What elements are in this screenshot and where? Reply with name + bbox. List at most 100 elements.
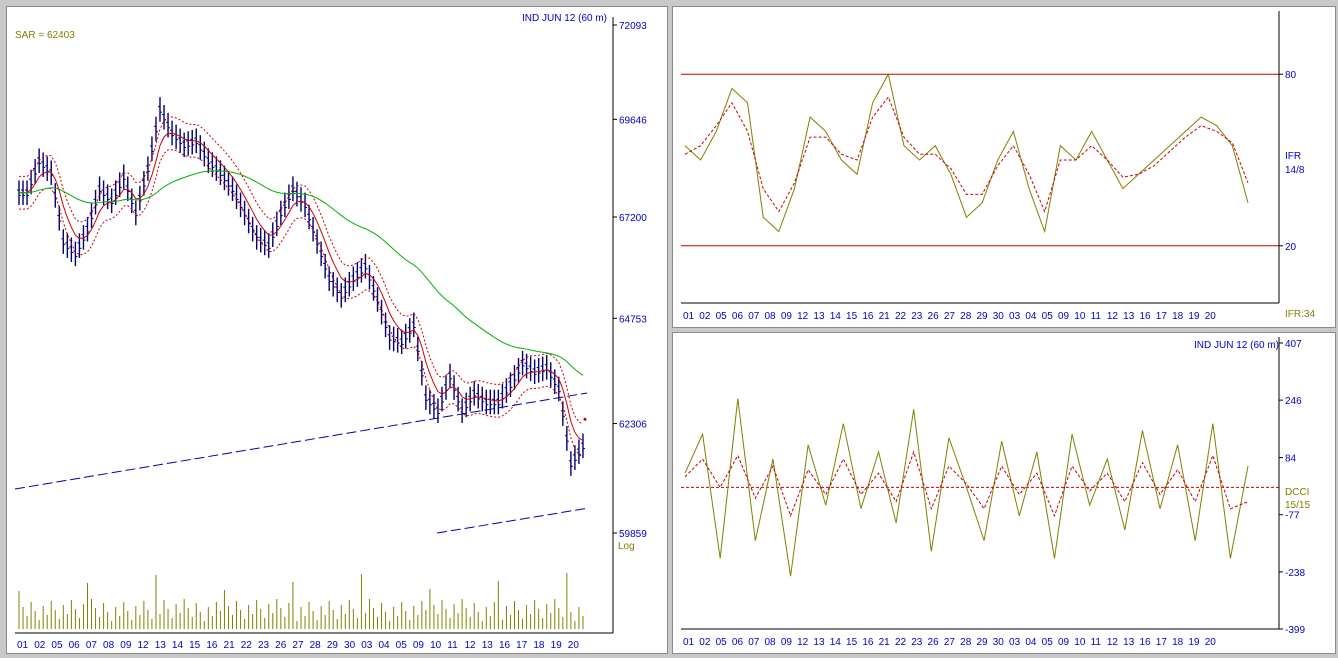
x-tick-label: 16 (499, 640, 511, 651)
x-tick-label: 16 (1139, 311, 1151, 322)
y-tick-label: 59859 (619, 529, 647, 540)
cci-label: DCCI (1285, 487, 1309, 498)
x-tick-label: 10 (1074, 311, 1086, 322)
cci-params: 15/15 (1285, 500, 1310, 511)
x-tick-label: 17 (1156, 311, 1168, 322)
signal-line (684, 96, 1249, 213)
x-tick-label: 23 (911, 637, 923, 648)
x-tick-label: 05 (1042, 311, 1054, 322)
x-tick-label: 05 (1042, 637, 1054, 648)
x-tick-label: 13 (1123, 311, 1135, 322)
ifr-params: 14/8 (1285, 165, 1305, 176)
x-tick-label: 08 (765, 311, 777, 322)
x-tick-label: 04 (378, 640, 390, 651)
x-tick-label: 26 (928, 637, 940, 648)
trendline-upper (14, 392, 588, 490)
y-tick-label: -238 (1285, 568, 1305, 579)
x-tick-label: 04 (1025, 311, 1037, 322)
x-tick-label: 27 (944, 637, 956, 648)
x-tick-label: 30 (993, 311, 1005, 322)
y-tick-label: -399 (1285, 625, 1305, 636)
x-tick-label: 09 (1058, 637, 1070, 648)
y-tick-label: 20 (1285, 242, 1297, 253)
x-tick-label: 11 (1091, 637, 1102, 648)
x-tick-label: 02 (699, 311, 711, 322)
x-tick-label: 28 (310, 640, 322, 651)
trendline-lower (436, 507, 590, 534)
y-tick-label: 64753 (619, 314, 647, 325)
x-tick-label: 22 (895, 311, 907, 322)
x-tick-label: 17 (516, 640, 528, 651)
x-tick-label: 07 (86, 640, 98, 651)
x-tick-label: 21 (879, 311, 891, 322)
y-tick-label: 246 (1285, 396, 1302, 407)
x-tick-label: 01 (683, 637, 695, 648)
x-tick-label: 05 (396, 640, 408, 651)
cci-indicator-panel[interactable]: IND JUN 12 (60 m) DCCI 15/15 407 246 84 -77… (672, 332, 1336, 654)
x-tick-label: 13 (813, 637, 825, 648)
x-tick-label: 03 (1009, 311, 1021, 322)
x-tick-label: 22 (241, 640, 253, 651)
x-tick-label: 06 (732, 311, 744, 322)
x-tick-label: 02 (699, 637, 711, 648)
x-tick-label: 03 (361, 640, 373, 651)
x-tick-label: 09 (1058, 311, 1070, 322)
x-tick-label: 26 (275, 640, 287, 651)
x-tick-label: 11 (1091, 311, 1102, 322)
x-tick-label: 12 (137, 640, 149, 651)
x-tick-label: 29 (976, 637, 988, 648)
y-tick-label: 62306 (619, 420, 647, 431)
x-tick-label: 21 (224, 640, 236, 651)
price-chart: IND JUN 12 (60 m) SAR = 62403 Log 72093 6… (14, 13, 647, 651)
x-tick-label: 10 (430, 640, 442, 651)
ifr-label: IFR (1285, 151, 1301, 162)
x-tick-label: 09 (781, 311, 793, 322)
x-tick-label: 20 (1205, 311, 1217, 322)
x-tick-label: 05 (716, 311, 728, 322)
ifr-indicator-panel[interactable]: IFR 14/8 IFR:34 80 20 01 02 05 06 07 08 09 12 13 1… (672, 6, 1336, 328)
x-tick-label: 02 (34, 640, 46, 651)
x-tick-label: 12 (465, 640, 477, 651)
cci-title: IND JUN 12 (60 m) (1194, 340, 1279, 351)
x-tick-label: 20 (1205, 637, 1217, 648)
x-tick-label: 19 (1188, 637, 1200, 648)
x-tick-label: 11 (447, 640, 458, 651)
x-tick-label: 21 (879, 637, 891, 648)
x-tick-label: 17 (1156, 637, 1168, 648)
y-tick-label: 72093 (619, 21, 647, 32)
cci-chart: IND JUN 12 (60 m) DCCI 15/15 407 246 84 -77… (681, 337, 1310, 648)
envelope-upper (19, 116, 584, 425)
price-chart-panel[interactable]: IND JUN 12 (60 m) SAR = 62403 Log 72093 6… (6, 6, 668, 654)
x-tick-label: 05 (716, 637, 728, 648)
x-tick-label: 28 (960, 311, 972, 322)
x-tick-label: 13 (482, 640, 494, 651)
y-tick-label: 67200 (619, 213, 647, 224)
x-tick-label: 08 (103, 640, 115, 651)
x-tick-label: 03 (1009, 637, 1021, 648)
y-tick-label: 80 (1285, 70, 1297, 81)
x-tick-label: 19 (1188, 311, 1200, 322)
x-tick-label: 23 (258, 640, 270, 651)
x-tick-label: 06 (732, 637, 744, 648)
x-tick-label: 13 (813, 311, 825, 322)
x-tick-label: 30 (993, 637, 1005, 648)
x-tick-label: 16 (862, 637, 874, 648)
x-tick-label: 14 (830, 311, 842, 322)
sar-point (583, 417, 587, 421)
x-tick-label: 19 (551, 640, 563, 651)
x-tick-label: 30 (344, 640, 356, 651)
x-tick-label: 08 (765, 637, 777, 648)
x-tick-label: 12 (1107, 311, 1119, 322)
y-tick-label: 84 (1285, 454, 1297, 465)
scale-label: Log (618, 541, 635, 552)
x-tick-label: 10 (1074, 637, 1086, 648)
x-tick-label: 05 (51, 640, 63, 651)
x-tick-label: 16 (862, 311, 874, 322)
indicator-line (684, 72, 1249, 234)
x-tick-label: 09 (781, 637, 793, 648)
x-tick-label: 07 (748, 311, 760, 322)
x-tick-label: 27 (292, 640, 304, 651)
x-tick-label: 18 (1172, 311, 1184, 322)
x-tick-label: 09 (120, 640, 132, 651)
x-tick-label: 16 (206, 640, 218, 651)
